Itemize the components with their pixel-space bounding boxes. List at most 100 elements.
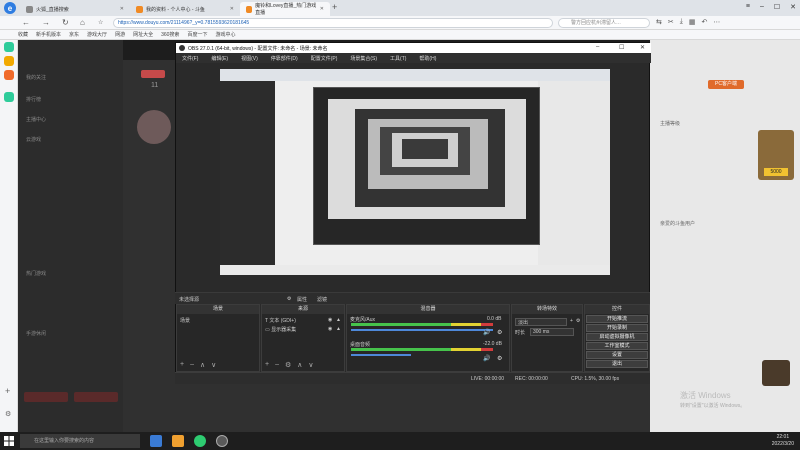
obs-preview[interactable] (220, 69, 610, 275)
sidebar-item[interactable]: 热门游戏 (26, 270, 46, 277)
exit-button[interactable]: 退出 (586, 360, 648, 368)
obs-icon[interactable] (216, 435, 228, 447)
down-icon[interactable]: ∨ (308, 361, 313, 369)
app-icon[interactable] (4, 42, 14, 52)
app-icon[interactable] (4, 70, 14, 80)
add-icon[interactable]: + (570, 318, 573, 324)
browser-icon[interactable] (194, 435, 206, 447)
properties-button[interactable]: 属性 (297, 296, 307, 303)
tab-3[interactable]: 魔铃和Lovey直播_热门游戏直播 ✕ (240, 2, 330, 16)
app-icon[interactable] (4, 92, 14, 102)
address-bar[interactable]: https://www.douyu.com/2111496?_y=0.78155… (113, 18, 553, 28)
translate-icon[interactable]: ⇆ (656, 18, 662, 26)
start-recording-button[interactable]: 开始录制 (586, 324, 648, 332)
promo-badge[interactable] (762, 360, 790, 386)
explorer-icon[interactable] (172, 435, 184, 447)
lock-icon[interactable]: ▲ (336, 317, 341, 323)
close-icon[interactable]: ✕ (120, 6, 124, 12)
bookmark-item[interactable]: 360搜索 (161, 31, 179, 38)
volume-slider[interactable] (351, 354, 411, 356)
close-window-icon[interactable]: ✕ (790, 3, 796, 11)
bookmark-item[interactable]: 网址大全 (133, 31, 153, 38)
settings-icon[interactable]: ⚙ (285, 361, 291, 369)
minimize-icon[interactable]: – (760, 3, 764, 11)
minimize-icon[interactable]: – (596, 44, 599, 50)
volume-slider[interactable] (351, 329, 493, 331)
sidebar-item[interactable]: 主播中心 (26, 116, 46, 123)
extension-icon[interactable]: ✂ (668, 18, 674, 26)
bookmark-item[interactable]: 百度一下 (187, 31, 207, 38)
refresh-icon[interactable]: ↻ (62, 18, 69, 27)
gear-icon[interactable]: ⚙ (576, 318, 580, 324)
settings-icon[interactable]: ⚙ (5, 410, 11, 418)
menu-item[interactable]: 视图(V) (241, 55, 258, 62)
taskview-icon[interactable] (150, 435, 162, 447)
sidebar-item[interactable]: 我的关注 (26, 74, 46, 81)
system-clock[interactable]: 22:01 2022/3/20 (772, 434, 794, 448)
bookmark-item[interactable]: 网游 (115, 31, 125, 38)
add-icon[interactable]: + (5, 386, 10, 396)
maximize-icon[interactable]: ☐ (619, 44, 624, 51)
red-button[interactable] (24, 392, 68, 402)
duration-input[interactable]: 300 ms (530, 328, 574, 336)
close-icon[interactable]: ✕ (320, 6, 324, 12)
more-icon[interactable]: ⋯ (713, 18, 720, 26)
menu-item[interactable]: 场景集合(S) (350, 55, 377, 62)
source-item[interactable]: T 文本 (GDI+) (265, 317, 296, 324)
virtual-camera-button[interactable]: 启动虚拟摄像机 (586, 333, 648, 341)
menu-item[interactable]: 工具(T) (390, 55, 406, 62)
source-item[interactable]: ▭ 显示器采集 (265, 326, 296, 333)
visibility-icon[interactable]: ◉ (328, 317, 332, 323)
red-button[interactable] (74, 392, 118, 402)
download-icon[interactable]: ⤓ (680, 18, 683, 26)
home-icon[interactable]: ⌂ (80, 18, 85, 27)
menu-item[interactable]: 文件(F) (182, 55, 198, 62)
gear-icon[interactable]: ⚙ (287, 296, 291, 302)
speaker-icon[interactable]: 🔊 (483, 329, 490, 336)
menu-item[interactable]: 帮助(H) (419, 55, 436, 62)
tab-1[interactable]: 火狐_直播搜索 ✕ (20, 2, 130, 16)
maximize-icon[interactable]: ☐ (774, 3, 780, 11)
remove-icon[interactable]: – (275, 361, 279, 369)
close-icon[interactable]: ✕ (230, 6, 234, 12)
back-icon[interactable]: ← (22, 18, 30, 27)
bookmark-item[interactable]: 京东 (69, 31, 79, 38)
forward-icon[interactable]: → (42, 18, 50, 27)
transition-select[interactable]: 淡出 (515, 318, 567, 326)
app-icon[interactable] (4, 56, 14, 66)
bookmark-item[interactable]: 新手机版本 (36, 31, 61, 38)
sidebar-item[interactable]: 排行榜 (26, 96, 41, 103)
sidebar-item[interactable]: 云游戏 (26, 136, 41, 143)
scene-item[interactable]: 场景 (180, 317, 190, 324)
filters-button[interactable]: 滤镜 (317, 296, 327, 303)
bookmark-item[interactable]: 游戏大厅 (87, 31, 107, 38)
bookmark-item[interactable]: 游戏中心 (215, 31, 235, 38)
sidebar-item[interactable]: 手游休闲 (26, 330, 46, 337)
search-input[interactable]: 警方回应杭州滞留人… (558, 18, 650, 28)
visibility-icon[interactable]: ◉ (328, 326, 332, 332)
follow-badge[interactable] (141, 70, 165, 78)
menu-item[interactable]: 停靠部件(D) (271, 55, 298, 62)
gear-icon[interactable]: ⚙ (497, 355, 502, 362)
settings-button[interactable]: 设置 (586, 351, 648, 359)
avatar[interactable] (137, 110, 171, 144)
undo-icon[interactable]: ↶ (701, 18, 707, 26)
taskbar-search[interactable]: 在这里输入你要搜索的内容 (20, 434, 140, 448)
up-icon[interactable]: ∧ (200, 361, 205, 369)
menu-item[interactable]: 编辑(E) (211, 55, 228, 62)
studio-mode-button[interactable]: 工作室模式 (586, 342, 648, 350)
up-icon[interactable]: ∧ (297, 361, 302, 369)
pc-client-button[interactable]: PC客户端 (708, 80, 744, 89)
menu-item[interactable]: 配置文件(P) (311, 55, 338, 62)
gear-icon[interactable]: ⚙ (497, 329, 502, 336)
add-icon[interactable]: + (180, 361, 184, 369)
windows-start-icon[interactable] (4, 436, 14, 446)
down-icon[interactable]: ∨ (211, 361, 216, 369)
speaker-icon[interactable]: 🔊 (483, 355, 490, 362)
bookmark-item[interactable]: 收藏 (18, 31, 28, 38)
start-streaming-button[interactable]: 开始推流 (586, 315, 648, 323)
close-icon[interactable]: ✕ (640, 44, 645, 51)
new-tab-button[interactable]: + (332, 2, 337, 12)
grid-icon[interactable]: ▦ (689, 18, 696, 26)
tab-2[interactable]: 我的资料 - 个人中心 - 斗鱼 ✕ (130, 2, 240, 16)
